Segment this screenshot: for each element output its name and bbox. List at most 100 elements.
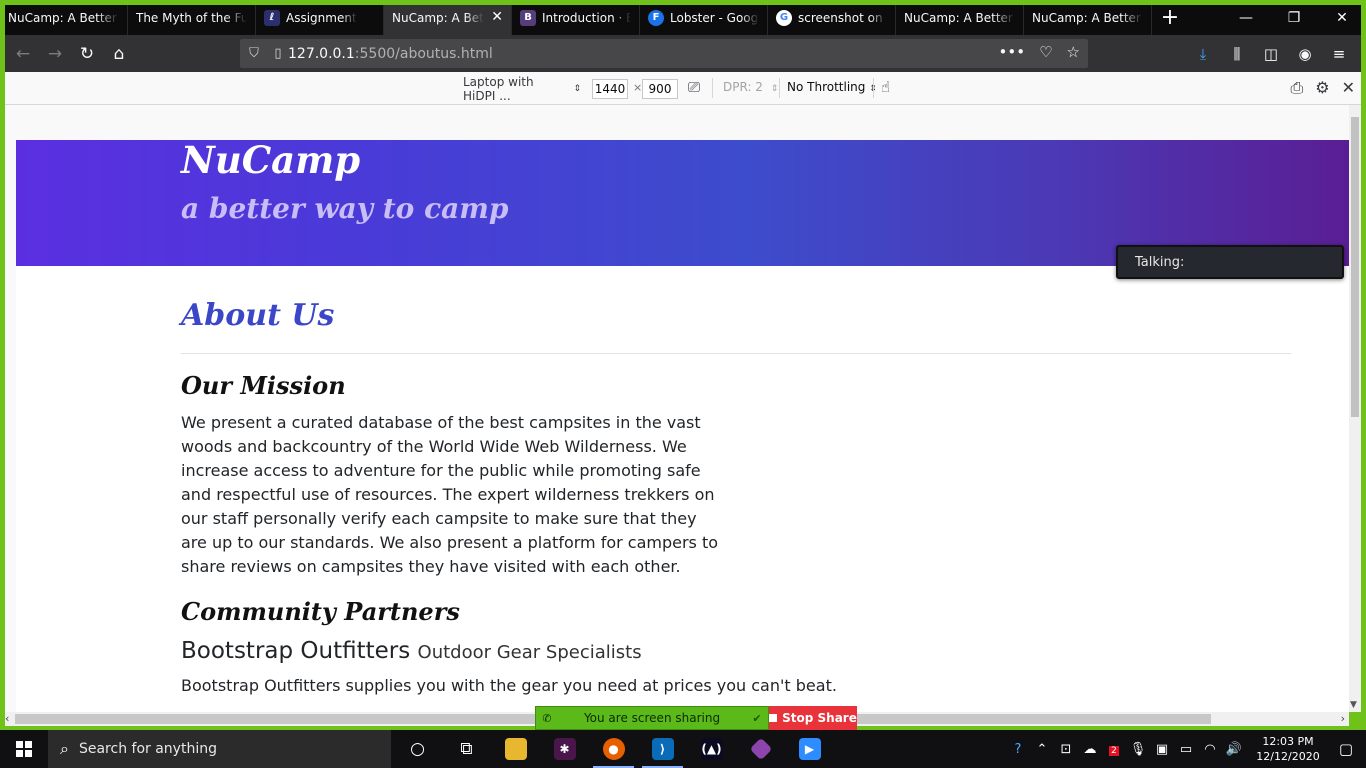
account-icon[interactable]: ◉ [1289,38,1321,70]
phone-icon: ✆ [542,711,552,725]
back-arrow-icon[interactable]: ← [7,38,39,70]
notification-badge-icon[interactable]: 2 [1102,742,1126,757]
browser-tab[interactable]: NuCamp: A Better W [1024,0,1152,35]
tab-label: NuCamp: A Better W [904,10,1015,25]
cortana-icon[interactable]: ○ [393,730,442,768]
bootstrap-icon: B [520,9,536,26]
settings-gear-icon[interactable]: ⚙ [1315,78,1329,98]
bookmark-star-icon[interactable]: ☆ [1067,43,1080,61]
close-window-icon[interactable]: ✕ [1318,0,1366,35]
onedrive-icon[interactable]: ☁ [1078,742,1102,757]
scroll-right-icon[interactable]: › [1341,712,1345,725]
scrollbar-thumb[interactable] [1351,117,1359,417]
file-explorer-icon[interactable] [491,730,540,768]
page-icon: ▯ [274,46,282,61]
close-tab-icon[interactable]: ✕ [491,9,503,25]
display-icon[interactable]: ▣ [1150,742,1174,757]
start-button[interactable] [0,730,48,768]
page-heading: About Us [181,298,335,333]
dpr-label: DPR: 2 [723,80,763,94]
more-actions-icon[interactable]: ••• [999,43,1026,61]
pocket-icon[interactable]: ♡ [1039,43,1052,61]
toolbar-divider [873,78,874,98]
microphone-icon[interactable]: 🎙 [1126,742,1150,757]
battery-icon[interactable]: ▭ [1174,742,1198,757]
browser-tab[interactable]: B Introduction · Bo [512,0,640,35]
usb-icon[interactable]: ⊡ [1054,742,1078,757]
scroll-down-icon[interactable]: ▼ [1350,700,1357,710]
home-icon[interactable]: ⌂ [103,38,135,70]
browser-tab[interactable]: Gscreenshot on w [768,0,896,35]
scroll-left-icon[interactable]: ‹ [5,712,9,725]
git-icon[interactable] [736,730,785,768]
forward-arrow-icon[interactable]: → [39,38,71,70]
freecodecamp-icon[interactable]: (▲) [687,730,736,768]
search-placeholder: Search for anything [78,741,217,757]
viewport-width-input[interactable]: 1440 [592,79,628,99]
action-center-icon[interactable]: ▢ [1326,740,1366,758]
new-tab-button[interactable]: + [1152,0,1188,35]
browser-tab[interactable]: NuCamp: A Better W [0,0,128,35]
search-icon: ⌕ [60,739,69,758]
tab-label: screenshot on w [798,10,887,25]
shield-icon[interactable]: ⛉ [240,46,268,61]
clock-time: 12:03 PM [1262,735,1314,748]
stop-share-button[interactable]: Stop Share [769,706,857,730]
browser-tab-active[interactable]: NuCamp: A Better W ✕ [384,0,512,35]
tab-label: Lobster - Google [670,10,759,25]
throttling-label: No Throttling [787,80,866,94]
google-icon: G [776,9,792,26]
tab-label: NuCamp: A Better W [392,10,484,25]
shield-check-icon: ✔ [752,711,762,725]
screenshot-icon[interactable]: ⎙ [1290,78,1303,98]
zoom-icon[interactable]: ▶ [785,730,834,768]
tab-label: Introduction · Bo [542,10,631,25]
partner-title: Bootstrap Outfitters Outdoor Gear Specia… [181,638,642,664]
browser-tab[interactable]: ℓ Assignment [256,0,384,35]
touch-simulation-icon[interactable]: ☝ [881,78,890,96]
viewport-height-input[interactable]: 900 [642,79,678,99]
reload-icon[interactable]: ↻ [71,38,103,70]
browser-tab[interactable]: The Myth of the Full- [128,0,256,35]
downloads-icon[interactable]: ⤓ [1187,38,1219,70]
slack-icon[interactable]: ✱ [540,730,589,768]
device-selector[interactable]: Laptop with HiDPI ... ⇕ [461,75,583,103]
url-path: :5500/aboutus.html [354,45,493,62]
vertical-scrollbar[interactable]: ▼ [1349,105,1361,712]
dropdown-icon: ⇕ [770,84,779,94]
address-bar[interactable]: ⛉ ▯ 127.0.0.1:5500/aboutus.html ••• ♡ ☆ [240,39,1088,68]
wifi-icon[interactable]: ◠ [1198,742,1222,757]
library-icon[interactable]: ⫼ [1221,38,1253,70]
partner-name: Bootstrap Outfitters [181,638,411,664]
rotate-icon[interactable]: ⎚ [688,78,700,96]
dpr-selector[interactable]: DPR: 2 ⇕ [723,80,778,94]
firefox-icon[interactable]: ● [589,730,638,768]
throttling-selector[interactable]: No Throttling ⇕ [787,80,877,94]
help-icon[interactable]: ? [1006,742,1030,757]
site-tagline: a better way to camp [181,192,509,225]
minimize-icon[interactable]: — [1222,0,1270,35]
vscode-icon[interactable]: ⟩ [638,730,687,768]
navigation-bar: ← → ↻ ⌂ ⛉ ▯ 127.0.0.1:5500/aboutus.html … [5,35,1361,72]
windows-taskbar: ⌕ Search for anything ○ ⧉ ✱ ● ⟩ (▲) ▶ ? … [0,730,1366,768]
menu-icon[interactable]: ≡ [1323,38,1355,70]
mission-paragraph: We present a curated database of the bes… [181,413,719,576]
sidebar-icon[interactable]: ◫ [1255,38,1287,70]
browser-tab[interactable]: NuCamp: A Better W [896,0,1024,35]
dimension-separator: × [633,81,643,94]
url-host: 127.0.0.1 [288,45,355,62]
stop-icon [769,714,778,722]
taskbar-clock[interactable]: 12:03 PM 12/12/2020 [1250,734,1326,764]
google-fonts-icon: F [648,9,664,26]
taskbar-search[interactable]: ⌕ Search for anything [48,730,391,768]
restore-icon[interactable]: ❐ [1270,0,1318,35]
volume-icon[interactable]: 🔊 [1222,742,1246,757]
windows-logo-icon [16,741,32,757]
partners-heading: Community Partners [181,597,460,626]
chevron-up-icon[interactable]: ⌃ [1030,742,1054,757]
task-view-icon[interactable]: ⧉ [442,730,491,768]
sharing-status[interactable]: ✆ You are screen sharing ✔ [535,706,769,730]
close-rdm-icon[interactable]: ✕ [1342,78,1355,98]
browser-tab[interactable]: F Lobster - Google [640,0,768,35]
tab-label: Assignment [286,10,357,25]
